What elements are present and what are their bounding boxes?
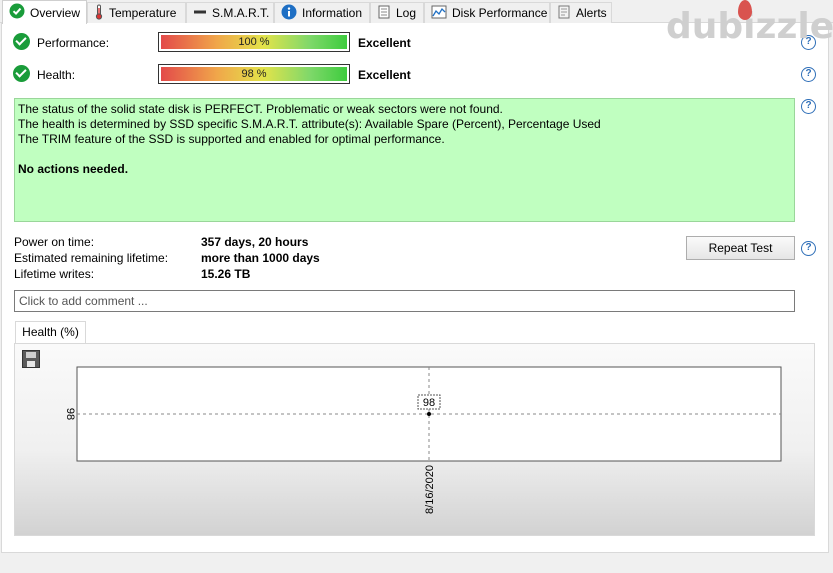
status-message-box: The status of the solid state disk is PE… [14,98,795,222]
tab-information[interactable]: Information [274,2,370,23]
tab-label: Log [396,6,417,20]
alerts-icon [557,4,571,23]
dash-icon [193,4,207,23]
health-chart-area: 98 8/16/2020 98 [14,343,815,536]
tab-overview[interactable]: Overview [2,0,87,24]
status-action: No actions needed. [18,162,129,176]
help-icon[interactable]: ? [801,67,816,82]
help-icon[interactable]: ? [801,241,816,256]
remaining-lifetime-value: more than 1000 days [201,251,320,265]
health-bar-fill: 98 % [161,67,347,81]
performance-label: Performance: [37,36,110,50]
performance-percent: 100 % [238,36,270,48]
check-circle-icon [9,3,25,22]
power-on-label: Power on time: [14,235,95,249]
health-label: Health: [37,68,76,82]
x-tick-label: 8/16/2020 [424,465,436,514]
tab-alerts[interactable]: Alerts [550,2,612,23]
performance-bar: 100 % [158,32,350,52]
lifetime-writes-value: 15.26 TB [201,267,251,281]
health-chart: 98 8/16/2020 98 [64,366,782,514]
performance-bar-fill: 100 % [161,35,347,49]
power-on-value: 357 days, 20 hours [201,235,309,249]
status-line: The TRIM feature of the SSD is supported… [18,132,445,146]
remaining-lifetime-label: Estimated remaining lifetime: [14,251,169,265]
info-icon [281,4,297,23]
overview-panel: Performance: 100 % Excellent ? Health: 9… [1,23,829,553]
tab-log[interactable]: Log [370,2,424,23]
check-circle-icon [13,33,30,50]
tab-label: S.M.A.R.T. [212,6,270,20]
data-label: 98 [423,397,435,409]
tab-temperature[interactable]: Temperature [87,2,186,23]
tab-label: Information [302,6,363,20]
check-circle-icon [13,65,30,82]
health-percent: 98 % [241,68,267,80]
tab-disk-performance[interactable]: Disk Performance [424,2,550,23]
tab-label: Disk Performance [452,6,548,20]
health-bar: 98 % [158,64,350,84]
thermometer-icon [94,4,104,23]
comment-input[interactable] [14,290,795,312]
tab-smart[interactable]: S.M.A.R.T. [186,2,274,23]
help-icon[interactable]: ? [801,99,816,114]
lifetime-writes-label: Lifetime writes: [14,267,95,281]
log-icon [377,4,391,23]
tab-label: Overview [30,5,81,20]
tab-label: Alerts [576,6,607,20]
tab-label: Temperature [109,6,177,20]
tab-health-percent[interactable]: Health (%) [15,321,86,343]
status-line: The health is determined by SSD specific… [18,117,601,131]
data-point [427,412,431,416]
status-line: The status of the solid state disk is PE… [18,102,503,116]
chart-icon [431,5,447,22]
flame-icon [738,0,752,20]
y-tick-label: 98 [64,408,76,420]
performance-rating: Excellent [358,36,411,50]
health-rating: Excellent [358,68,411,82]
repeat-test-button[interactable]: Repeat Test [686,236,795,260]
